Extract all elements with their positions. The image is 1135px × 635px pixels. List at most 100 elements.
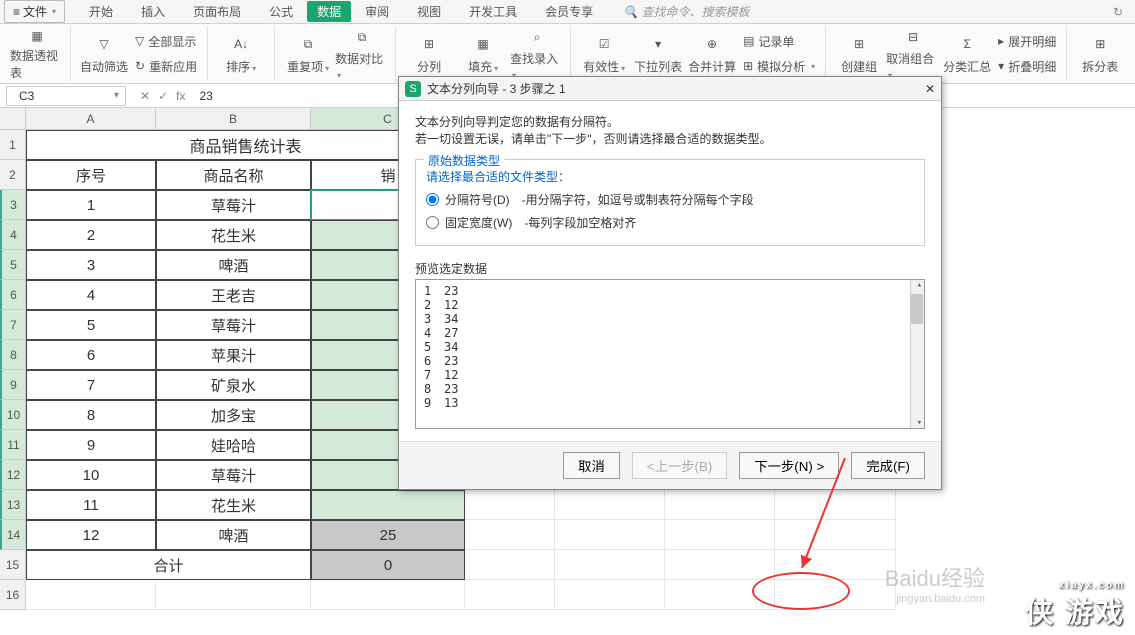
cell[interactable]: 商品名称 [156, 160, 311, 190]
column-header[interactable]: A [26, 108, 156, 130]
row-header[interactable]: 5 [0, 250, 26, 280]
enter-icon[interactable]: ✓ [158, 89, 168, 103]
cell[interactable]: 草莓汁 [156, 190, 311, 220]
cell[interactable] [26, 580, 156, 610]
ungroup-button[interactable]: ⊟取消组合▾ [886, 27, 940, 81]
next-button[interactable]: 下一步(N) > [739, 452, 839, 479]
cell[interactable] [465, 580, 555, 610]
cell[interactable] [775, 580, 896, 610]
cell[interactable]: 12 [26, 520, 156, 550]
scroll-up-icon[interactable]: ▴ [917, 280, 922, 290]
text-to-columns-button[interactable]: ⊞分列 [402, 27, 456, 81]
row-header[interactable]: 3 [0, 190, 26, 220]
cell[interactable]: 6 [26, 340, 156, 370]
cell[interactable]: 花生米 [156, 220, 311, 250]
cell[interactable] [665, 550, 775, 580]
cell[interactable]: 3 [26, 250, 156, 280]
cell[interactable]: 草莓汁 [156, 310, 311, 340]
finish-button[interactable]: 完成(F) [851, 452, 925, 479]
tab-view[interactable]: 视图 [403, 3, 455, 20]
autofilter-button[interactable]: ▽自动筛选 [77, 27, 131, 81]
file-menu[interactable]: ≡文件▾ [4, 0, 65, 23]
cell[interactable] [555, 580, 665, 610]
reapply-button[interactable]: ↻重新应用 [131, 56, 201, 77]
radio-delimited[interactable]: 分隔符号(D) -用分隔字符，如逗号或制表符分隔每个字段 [426, 191, 914, 208]
tab-review[interactable]: 审阅 [351, 3, 403, 20]
column-header[interactable]: B [156, 108, 311, 130]
cell[interactable]: 苹果汁 [156, 340, 311, 370]
name-box[interactable]: C3 [6, 86, 126, 106]
cell[interactable] [465, 520, 555, 550]
scroll-down-icon[interactable]: ▾ [917, 418, 922, 428]
row-header[interactable]: 15 [0, 550, 26, 580]
cell[interactable]: 草莓汁 [156, 460, 311, 490]
preview-scrollbar[interactable]: ▴ ▾ [910, 280, 924, 428]
sort-button[interactable]: A↓排序▾ [214, 27, 268, 81]
preview-box[interactable]: 123456789 231234273423122313 ▴ ▾ [415, 279, 925, 429]
row-header[interactable]: 14 [0, 520, 26, 550]
splittable-button[interactable]: ⊞拆分表 [1073, 27, 1127, 81]
cell[interactable]: 8 [26, 400, 156, 430]
recordform-button[interactable]: ▤记录单 [739, 31, 819, 52]
showall-button[interactable]: ▽全部显示 [131, 31, 201, 52]
row-header[interactable]: 16 [0, 580, 26, 610]
row-header[interactable]: 2 [0, 160, 26, 190]
cell[interactable]: 5 [26, 310, 156, 340]
radio-fixedwidth-input[interactable] [426, 216, 439, 229]
cell[interactable] [311, 490, 465, 520]
cell[interactable] [665, 580, 775, 610]
cell[interactable] [156, 580, 311, 610]
cell[interactable] [775, 520, 896, 550]
pivot-table-button[interactable]: ▦数据透视表 [10, 27, 64, 81]
findinput-button[interactable]: ⌕查找录入▾ [510, 27, 564, 81]
row-header[interactable]: 6 [0, 280, 26, 310]
row-header[interactable]: 9 [0, 370, 26, 400]
tab-formula[interactable]: 公式 [255, 3, 307, 20]
fx-icon[interactable]: fx [176, 89, 185, 103]
cell[interactable] [465, 550, 555, 580]
datacompare-button[interactable]: ⧉数据对比▾ [335, 27, 389, 81]
hidedetail-button[interactable]: ▾折叠明细 [994, 56, 1060, 77]
cell[interactable] [665, 520, 775, 550]
tab-layout[interactable]: 页面布局 [179, 3, 255, 20]
scroll-thumb[interactable] [911, 294, 923, 324]
row-header[interactable]: 10 [0, 400, 26, 430]
cell[interactable] [555, 490, 665, 520]
cell[interactable] [775, 490, 896, 520]
tab-data[interactable]: 数据 [307, 1, 351, 22]
command-search[interactable]: 🔍 查找命令、搜索模板 [623, 3, 749, 20]
row-header[interactable]: 4 [0, 220, 26, 250]
tab-start[interactable]: 开始 [75, 3, 127, 20]
cell[interactable]: 2 [26, 220, 156, 250]
whatif-button[interactable]: ⊞模拟分析▾ [739, 56, 819, 77]
select-all-corner[interactable] [0, 108, 26, 130]
group-button[interactable]: ⊞创建组 [832, 27, 886, 81]
row-header[interactable]: 12 [0, 460, 26, 490]
showdetail-button[interactable]: ▸展开明细 [994, 31, 1060, 52]
cell[interactable]: 啤酒 [156, 250, 311, 280]
settings-icon[interactable]: ↻ [1105, 5, 1131, 19]
cell[interactable] [311, 580, 465, 610]
cell[interactable]: 1 [26, 190, 156, 220]
cell[interactable] [555, 550, 665, 580]
cell[interactable]: 0 [311, 550, 465, 580]
dialog-titlebar[interactable]: S 文本分列向导 - 3 步骤之 1 ✕ [399, 77, 941, 101]
row-header[interactable]: 1 [0, 130, 26, 160]
row-header[interactable]: 7 [0, 310, 26, 340]
cell[interactable]: 9 [26, 430, 156, 460]
cell[interactable] [665, 490, 775, 520]
cell[interactable] [555, 520, 665, 550]
radio-fixedwidth[interactable]: 固定宽度(W) -每列字段加空格对齐 [426, 214, 914, 231]
tab-vip[interactable]: 会员专享 [531, 3, 607, 20]
cell[interactable]: 王老吉 [156, 280, 311, 310]
cell[interactable]: 4 [26, 280, 156, 310]
cell[interactable]: 7 [26, 370, 156, 400]
cell[interactable]: 娃哈哈 [156, 430, 311, 460]
radio-delimited-input[interactable] [426, 193, 439, 206]
tab-insert[interactable]: 插入 [127, 3, 179, 20]
dropdown-button[interactable]: ▾下拉列表 [631, 27, 685, 81]
cell[interactable]: 11 [26, 490, 156, 520]
validity-button[interactable]: ☑有效性▾ [577, 27, 631, 81]
cell[interactable]: 花生米 [156, 490, 311, 520]
cell[interactable]: 25 [311, 520, 465, 550]
